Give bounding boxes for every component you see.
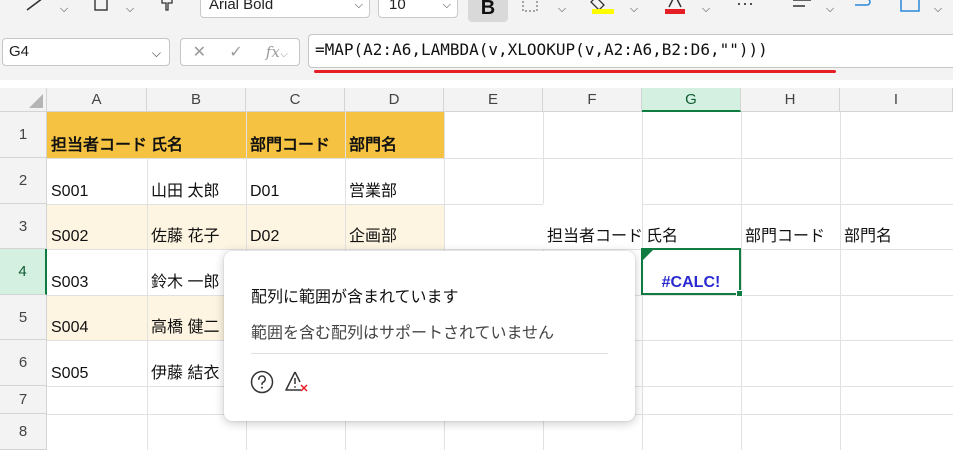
format-painter-icon[interactable]	[158, 0, 176, 14]
draw-line-icon[interactable]	[24, 0, 46, 12]
row-header-5[interactable]: 5	[0, 295, 47, 340]
cell-c2[interactable]: D01	[246, 158, 279, 204]
cell-a2[interactable]: S001	[47, 158, 88, 204]
font-size-box[interactable]: 10 ⌵	[378, 0, 458, 18]
cell-b4[interactable]: 鈴木 一郎	[147, 249, 219, 295]
bold-label: B	[480, 0, 496, 19]
table-format-icon[interactable]	[898, 0, 922, 14]
confirm-icon[interactable]: ✓	[229, 42, 242, 62]
column-header-g[interactable]: G	[642, 88, 741, 112]
gridline	[840, 112, 841, 450]
row-header-1[interactable]: 1	[0, 112, 47, 158]
cell-a3[interactable]: S002	[47, 204, 88, 249]
align-icon[interactable]	[790, 0, 814, 12]
cell-g3[interactable]: 氏名	[642, 204, 678, 249]
column-header-b[interactable]: B	[147, 88, 246, 112]
cell-a6[interactable]: S005	[47, 340, 88, 386]
cell-a1[interactable]: 担当者コード	[47, 112, 147, 158]
cell-g4-error-value: #CALC!	[661, 274, 721, 291]
dropdown-chevron-icon[interactable]: ⌵	[698, 0, 714, 18]
font-name-box[interactable]: Arial Bold ⌵	[200, 0, 370, 18]
chevron-down-icon[interactable]: ⌵	[443, 0, 451, 15]
row-header-7[interactable]: 7	[0, 386, 47, 414]
row-header-8[interactable]: 8	[0, 414, 47, 450]
cell-h3[interactable]: 部門コード	[741, 204, 825, 249]
chevron-down-icon: ⌵	[279, 49, 288, 60]
cell-d1[interactable]: 部門名	[345, 112, 444, 158]
select-all-triangle-icon	[29, 94, 43, 108]
cell-d3[interactable]: 企画部	[345, 204, 397, 249]
row-header-4[interactable]: 4	[0, 249, 47, 295]
cell-a4[interactable]: S003	[47, 249, 88, 295]
error-trace-icon[interactable]	[284, 369, 310, 395]
cell-c3[interactable]: D02	[246, 204, 279, 249]
formula-controls: ✕ ✓ fx⌵	[180, 38, 300, 66]
row-header-3[interactable]: 3	[0, 204, 47, 249]
more-options-icon[interactable]: ···	[730, 0, 760, 13]
insert-function-button[interactable]: fx⌵	[266, 43, 288, 61]
dropdown-chevron-icon[interactable]: ⌵	[122, 0, 138, 18]
cell-a5[interactable]: S004	[47, 295, 88, 340]
column-header-h[interactable]: H	[741, 88, 840, 112]
column-header-a[interactable]: A	[47, 88, 147, 112]
row-header-6[interactable]: 6	[0, 340, 47, 386]
font-name-value: Arial Bold	[209, 0, 274, 13]
error-title: 配列に範囲が含まれています	[251, 289, 459, 306]
column-header-f[interactable]: F	[543, 88, 642, 112]
column-header-d[interactable]: D	[345, 88, 444, 112]
cell-i3[interactable]: 部門名	[840, 204, 892, 249]
cell-f3[interactable]: 担当者コード	[543, 204, 642, 249]
error-info-card: 配列に範囲が含まれています 範囲を含む配列はサポートされていません	[224, 251, 635, 421]
cell-b2[interactable]: 山田 太郎	[147, 158, 219, 204]
font-size-value: 10	[389, 0, 406, 13]
dropdown-chevron-icon[interactable]: ⌵	[930, 0, 946, 18]
borders-icon[interactable]	[520, 0, 542, 14]
cell-b3[interactable]: 佐藤 花子	[147, 204, 219, 249]
dropdown-chevron-icon[interactable]: ⌵	[822, 0, 838, 18]
chevron-down-icon[interactable]: ⌵	[355, 0, 363, 15]
ribbon: ⌵ ⌵ Arial Bold ⌵ 10 ⌵ B ⌵ ⌵ ⌵ ··· ⌵ ⌵	[0, 0, 953, 28]
cell-c1[interactable]: 部門コード	[246, 112, 345, 158]
column-header-i[interactable]: I	[840, 88, 953, 112]
cancel-icon[interactable]: ✕	[193, 42, 206, 62]
paste-icon[interactable]	[92, 0, 110, 12]
select-all-button[interactable]	[0, 88, 47, 112]
formula-input[interactable]: =MAP(A2:A6,LAMBDA(v,XLOOKUP(v,A2:A6,B2:D…	[308, 34, 953, 68]
wrap-text-icon[interactable]	[852, 0, 876, 12]
dropdown-chevron-icon[interactable]: ⌵	[554, 0, 570, 18]
fx-label: fx	[265, 43, 280, 61]
gridline	[741, 112, 742, 450]
error-description: 範囲を含む配列はサポートされていません	[251, 325, 555, 342]
name-box-value: G4	[9, 43, 30, 60]
font-color-icon[interactable]	[662, 0, 688, 16]
column-header-c[interactable]: C	[246, 88, 345, 112]
cell-b6[interactable]: 伊藤 結衣	[147, 340, 219, 386]
formula-highlight-underline	[314, 70, 836, 73]
help-icon[interactable]	[249, 369, 275, 395]
cell-b5[interactable]: 高橋 健二	[147, 295, 219, 340]
cell-b1[interactable]: 氏名	[147, 112, 246, 158]
chevron-down-icon[interactable]: ⌵	[152, 40, 161, 66]
name-box[interactable]: G4 ⌵	[2, 38, 170, 66]
cell-d2[interactable]: 営業部	[345, 158, 397, 204]
bold-button[interactable]: B	[468, 0, 508, 22]
column-header-e[interactable]: E	[444, 88, 543, 112]
dropdown-chevron-icon[interactable]: ⌵	[626, 0, 642, 18]
fill-color-icon[interactable]	[590, 0, 616, 16]
row-header-2[interactable]: 2	[0, 158, 47, 204]
divider	[251, 353, 608, 354]
dropdown-chevron-icon[interactable]: ⌵	[56, 0, 72, 18]
